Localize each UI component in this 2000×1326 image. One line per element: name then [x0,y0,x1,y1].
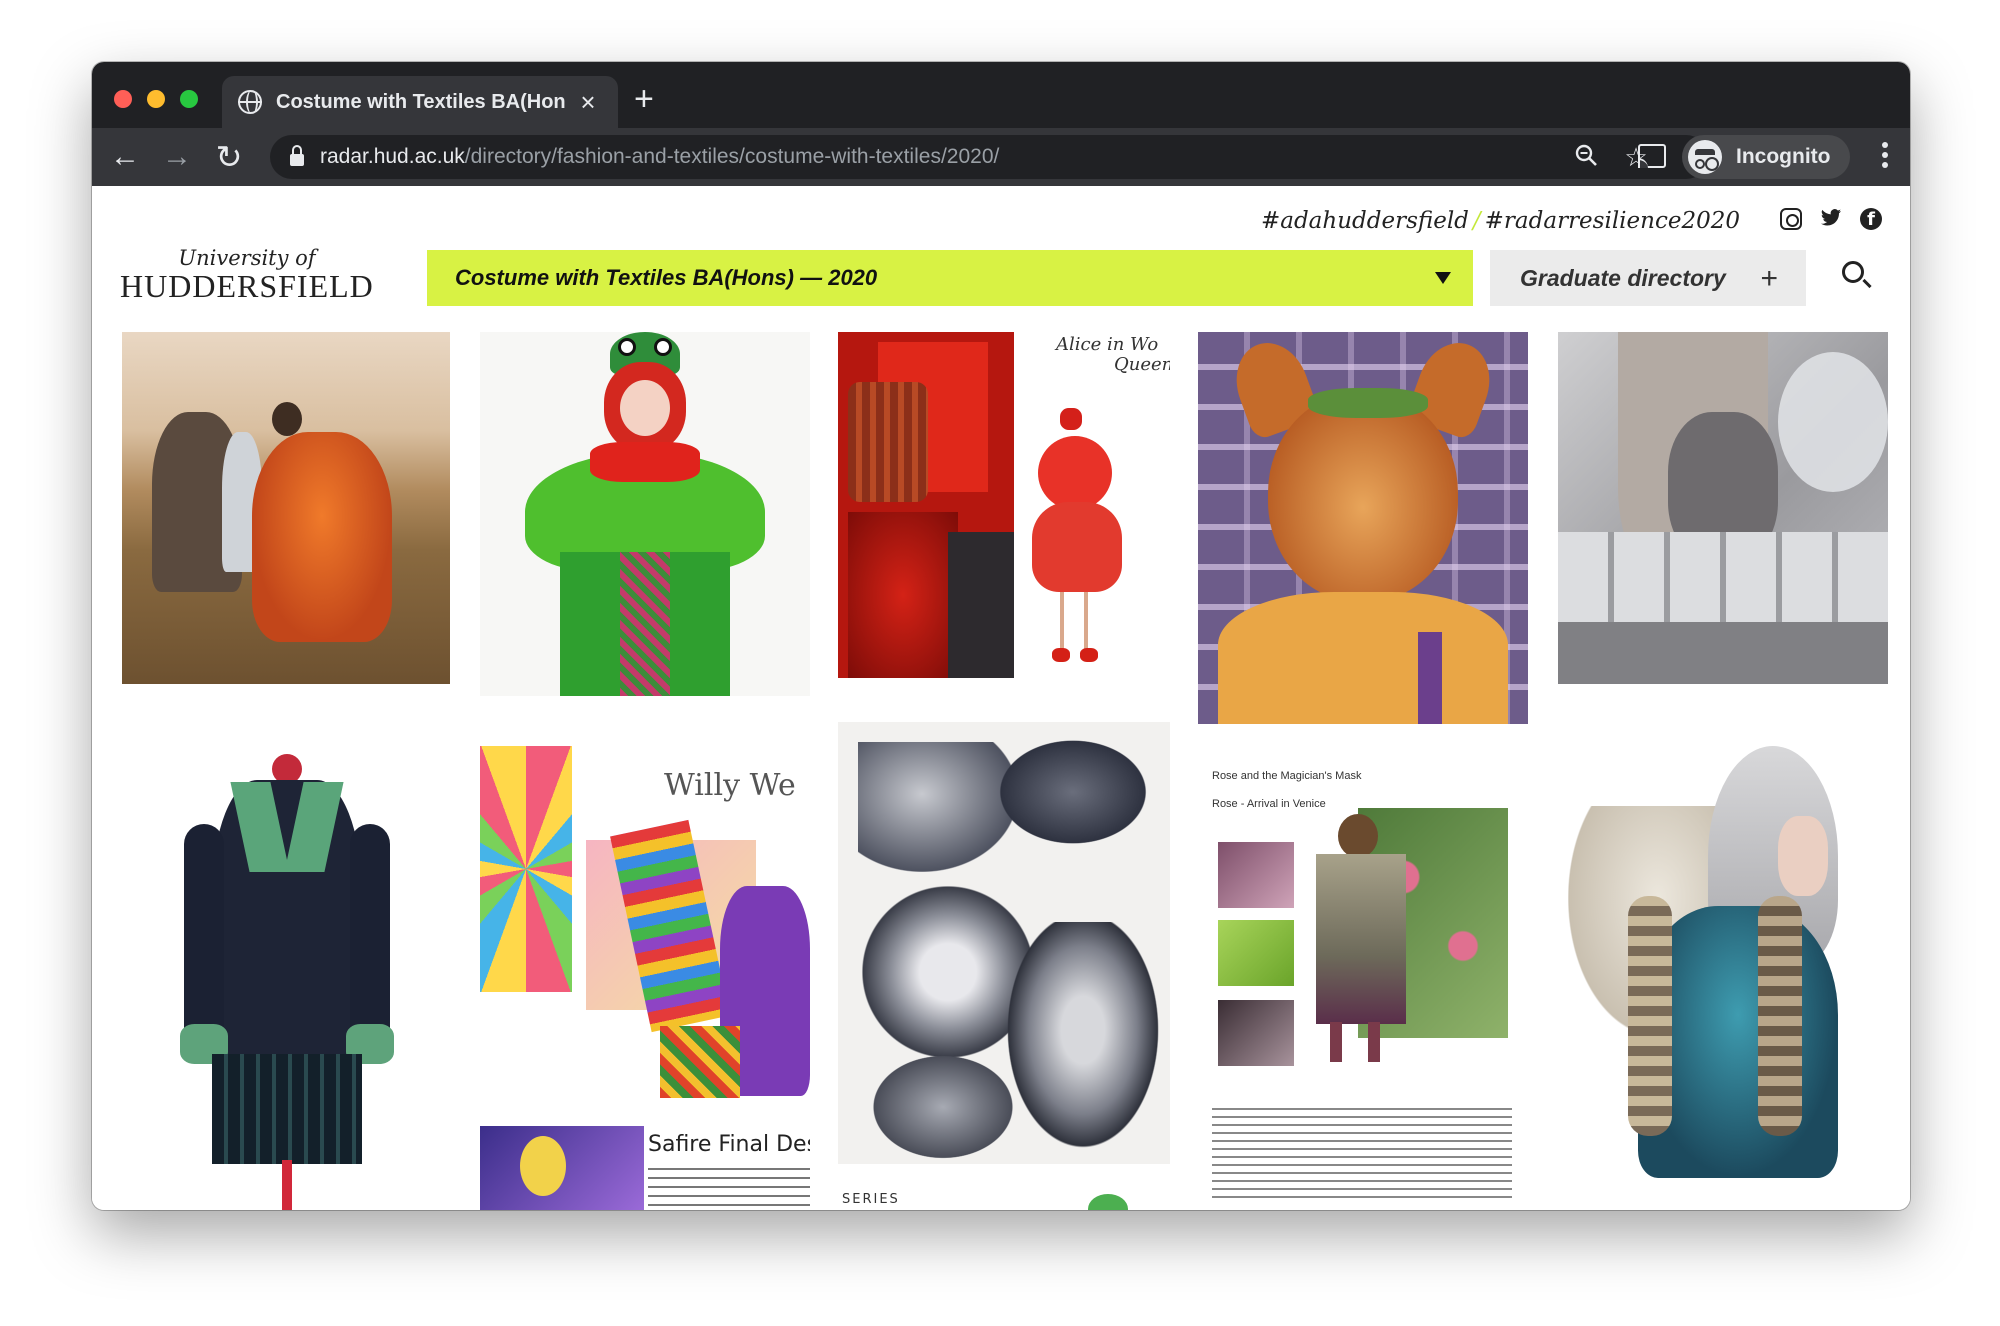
incognito-icon [1688,140,1722,174]
tab-title: Costume with Textiles BA(Hons [276,90,566,113]
thumbnail-caption: Alice in Wo [1056,334,1159,355]
lock-icon[interactable] [290,145,304,166]
facebook-icon[interactable]: f [1860,208,1882,230]
chevron-down-icon [1435,272,1451,284]
gallery-item[interactable] [1198,332,1528,724]
gallery-item[interactable] [480,332,810,696]
thumbnail-image [838,722,1170,1164]
address-bar[interactable]: radar.hud.ac.uk/directory/fashion-and-te… [270,135,1708,179]
graduate-directory-label: Graduate directory [1520,264,1726,291]
hashtag-radar[interactable]: #radarresilience2020 [1485,208,1740,234]
minimize-window-button[interactable] [147,90,165,108]
thumbnail-caption: Queen [1114,354,1170,375]
reload-icon[interactable]: ↻ [212,140,246,174]
gallery-item[interactable]: Willy We [480,746,810,1098]
thumbnail-image [1198,332,1528,724]
plus-icon: + [1760,262,1778,295]
graduate-directory-button[interactable]: Graduate directory + [1490,250,1806,306]
new-tab-button[interactable]: + [634,82,654,116]
cast-icon[interactable] [1638,144,1666,168]
thumbnail-image [1198,754,1528,1210]
thumbnail-image [122,754,450,1210]
gallery-item[interactable] [1558,332,1888,684]
gallery-item[interactable] [122,332,450,684]
thumbnail-image [1558,332,1888,684]
kebab-menu-icon[interactable] [1882,142,1888,172]
search-icon[interactable] [1842,261,1864,283]
hashtags: #adahuddersfield / #radarresilience2020 [1261,208,1740,234]
gallery-item[interactable]: Alice in Wo Queen [838,332,1170,678]
thumbnail-image [1558,746,1888,1178]
university-logo[interactable]: University of HUDDERSFIELD [120,246,374,305]
logo-top-text: University of [178,246,316,270]
thumbnail-image [838,332,1170,678]
browser-tab-active[interactable]: Costume with Textiles BA(Hons × [222,76,618,128]
gallery-item[interactable] [1558,746,1888,1178]
incognito-label: Incognito [1736,145,1831,168]
thumbnail-image [122,332,450,684]
gallery-item[interactable]: Safire Final Desig [480,1126,810,1210]
instagram-icon[interactable] [1780,208,1802,230]
close-tab-icon[interactable]: × [574,87,602,118]
close-window-button[interactable] [114,90,132,108]
web-page: #adahuddersfield / #radarresilience2020 f … [92,186,1910,1210]
browser-window: Costume with Textiles BA(Hons × + ← → ↻ … [92,62,1910,1210]
thumbnail-image [480,332,810,696]
incognito-profile-button[interactable]: Incognito [1682,135,1850,179]
thumbnail-caption: SERIES [842,1192,900,1207]
thumbnail-image [480,1126,644,1210]
forward-arrow-icon[interactable]: → [160,140,194,174]
url-text[interactable]: radar.hud.ac.uk/directory/fashion-and-te… [320,145,999,169]
back-arrow-icon[interactable]: ← [108,140,142,174]
gallery-item[interactable]: SERIES [838,1188,1170,1210]
twitter-icon[interactable] [1820,208,1842,230]
globe-icon [238,90,262,114]
hashtag-separator: / [1472,208,1481,234]
thumbnail-caption: Safire Final Desig [648,1132,810,1157]
gallery-item[interactable]: Rose and the Magician's Mask Rose - Arri… [1198,754,1528,1210]
maximize-window-button[interactable] [180,90,198,108]
hashtag-ada[interactable]: #adahuddersfield [1261,208,1469,234]
zoom-icon[interactable] [1572,143,1600,171]
thumbnail-caption: Willy We [664,768,796,803]
course-dropdown-value: Costume with Textiles BA(Hons) — 2020 [455,265,878,290]
course-dropdown[interactable]: Costume with Textiles BA(Hons) — 2020 [427,250,1473,306]
browser-toolbar: ← → ↻ radar.hud.ac.uk/directory/fashion-… [92,128,1910,186]
logo-main-text: HUDDERSFIELD [120,268,374,304]
gallery-item[interactable] [122,754,450,1210]
tab-bar: Costume with Textiles BA(Hons × + [92,62,1910,128]
gallery-item[interactable] [838,722,1170,1164]
thumbnail-body-text [648,1168,810,1208]
